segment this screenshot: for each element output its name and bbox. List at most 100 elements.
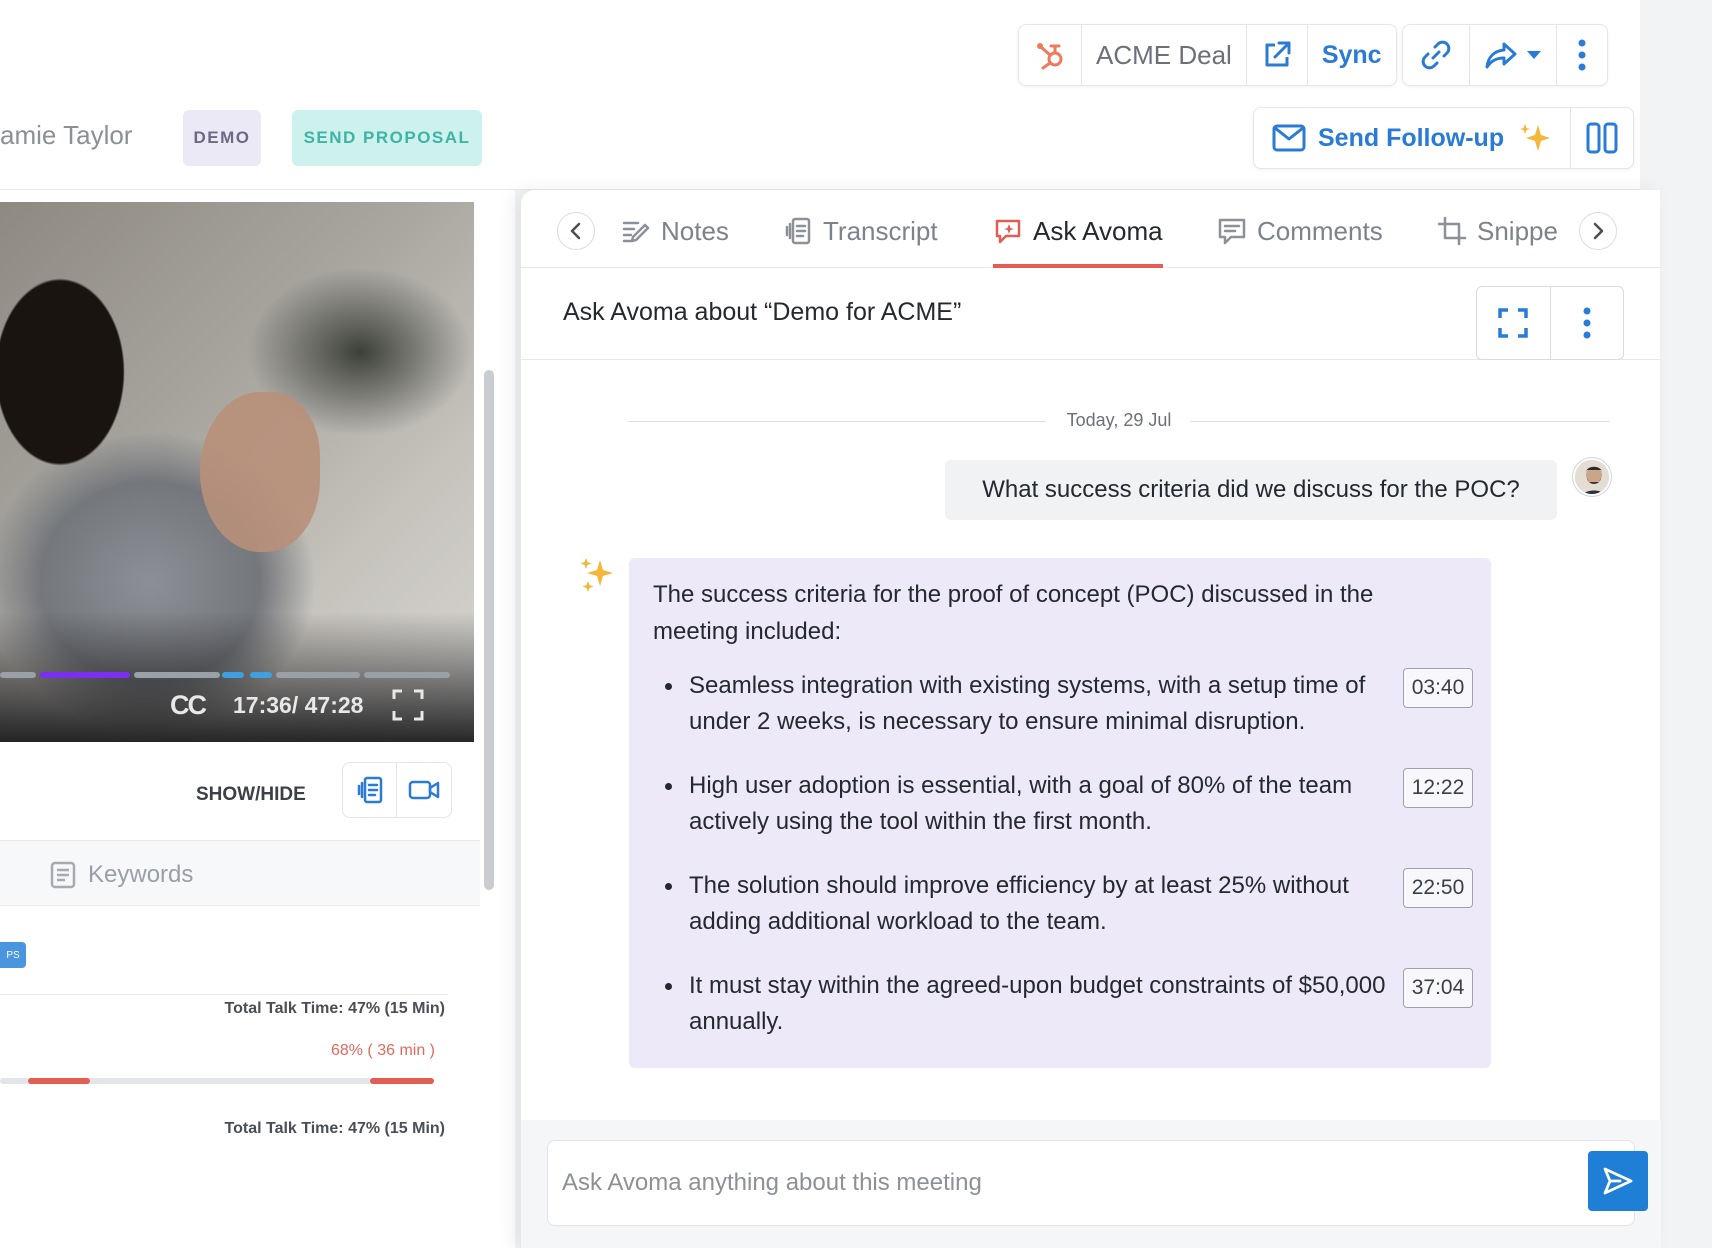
keywords-tab[interactable]: Keywords [0, 840, 480, 906]
mail-icon [1272, 124, 1306, 152]
talk-time-track [0, 1078, 434, 1084]
notes-icon [622, 221, 650, 243]
transcript-icon [785, 217, 811, 245]
keywords-label: Keywords [88, 861, 194, 888]
meeting-owner-name: amie Taylor [0, 120, 133, 150]
left-panel: CC 17:36/ 47:28 SHOW/HIDE Keywords PS To… [0, 190, 515, 1248]
list-item: High user adoption is essential, with a … [653, 768, 1473, 840]
date-separator: Today, 29 Jul [629, 410, 1609, 434]
video-player[interactable]: CC 17:36/ 47:28 [0, 202, 474, 742]
tab-label: Comments [1257, 216, 1383, 246]
ask-avoma-header: Ask Avoma about “Demo for ACME” [521, 268, 1661, 360]
answer-item-text: It must stay within the agreed-upon budg… [689, 972, 1386, 1035]
timestamp-link[interactable]: 37:04 [1403, 968, 1473, 1008]
show-hide-toggles [342, 762, 452, 818]
deal-link-button[interactable]: ACME Deal [1082, 25, 1247, 85]
fullscreen-icon[interactable] [391, 688, 425, 722]
tab-ask-avoma[interactable]: Ask Avoma [993, 210, 1163, 268]
sync-button[interactable]: Sync [1308, 25, 1396, 85]
left-panel-scrollbar[interactable] [484, 370, 494, 890]
ask-composer [547, 1140, 1648, 1226]
share-button[interactable] [1470, 25, 1557, 85]
tab-transcript[interactable]: Transcript [783, 210, 938, 268]
composer-area [521, 1120, 1661, 1248]
tab-label: Notes [661, 216, 729, 246]
ask-avoma-panel: Notes Transcript Ask Avoma Comments Snip… [520, 190, 1661, 1248]
tab-snippets[interactable]: Snippe [1437, 210, 1558, 268]
tabs-next-button[interactable] [1579, 212, 1617, 250]
send-follow-up-button[interactable]: Send Follow-up [1254, 108, 1572, 168]
divider [0, 994, 448, 995]
top-header: amie Taylor DEMO SEND PROPOSAL ACME Deal… [0, 0, 1640, 190]
expand-button[interactable] [1477, 287, 1551, 359]
hubspot-icon [1037, 43, 1063, 70]
avoma-ai-sparkle-icon [580, 558, 613, 592]
more-options-button[interactable] [1557, 25, 1607, 85]
timestamp-link[interactable]: 12:22 [1403, 768, 1473, 808]
send-icon [1603, 1167, 1633, 1195]
ask-avoma-icon [995, 219, 1021, 244]
timestamp-link[interactable]: 22:50 [1403, 868, 1473, 908]
tab-notes[interactable]: Notes [621, 210, 729, 268]
send-button[interactable] [1588, 1151, 1648, 1211]
hubspot-button[interactable] [1019, 25, 1082, 85]
chevron-down-icon [1527, 51, 1541, 59]
talk-time-percentage: 68% ( 36 min ) [330, 1042, 435, 1059]
list-item: The solution should improve efficiency b… [653, 868, 1473, 940]
crm-deal-group: ACME Deal Sync [1018, 24, 1397, 86]
crop-icon [1437, 216, 1467, 246]
toggle-transcript-button[interactable] [343, 763, 397, 817]
video-camera-icon [408, 780, 440, 800]
answer-item-text: The solution should improve efficiency b… [689, 872, 1349, 935]
answer-item-text: Seamless integration with existing syste… [689, 672, 1366, 735]
show-hide-label: SHOW/HIDE [196, 784, 306, 805]
ai-answer: The success criteria for the proof of co… [629, 558, 1491, 1068]
talk-time-summary: Total Talk Time: 47% (15 Min) [224, 1000, 446, 1017]
video-progress-bar[interactable] [0, 672, 450, 678]
ask-input[interactable] [562, 1161, 1522, 1205]
tabs-prev-button[interactable] [557, 212, 595, 250]
list-item: It must stay within the agreed-upon budg… [653, 968, 1473, 1040]
captions-button[interactable]: CC [170, 690, 207, 721]
list-item: Seamless integration with existing syste… [653, 668, 1473, 740]
answer-list: Seamless integration with existing syste… [653, 668, 1473, 1040]
tab-label: Ask Avoma [1033, 216, 1163, 246]
timestamp-link[interactable]: 03:40 [1403, 668, 1473, 708]
follow-up-label: Send Follow-up [1318, 123, 1505, 152]
date-label: Today, 29 Jul [1066, 410, 1172, 430]
deal-stage-tag[interactable]: SEND PROPOSAL [292, 110, 482, 166]
ask-more-button[interactable] [1551, 287, 1624, 359]
external-link-icon [1265, 41, 1291, 67]
meeting-type-tag[interactable]: DEMO [183, 110, 261, 166]
tab-label: Transcript [823, 216, 938, 246]
share-icon [1485, 42, 1517, 69]
ask-header-actions [1476, 286, 1624, 360]
meeting-actions-group [1402, 24, 1608, 86]
tab-comments[interactable]: Comments [1217, 210, 1383, 268]
split-view-icon [1586, 122, 1618, 154]
keywords-icon [50, 861, 76, 889]
sync-label: Sync [1321, 40, 1382, 69]
answer-intro: The success criteria for the proof of co… [653, 581, 1374, 645]
copy-link-button[interactable] [1403, 25, 1470, 85]
tab-bar: Notes Transcript Ask Avoma Comments Snip… [521, 190, 1661, 268]
toggle-video-button[interactable] [397, 763, 451, 817]
user-avatar-icon [1575, 460, 1609, 494]
more-vertical-icon [1583, 307, 1591, 339]
answer-item-text: High user adoption is essential, with a … [689, 772, 1353, 835]
comment-icon [1218, 218, 1246, 245]
chevron-left-icon [570, 222, 581, 240]
split-view-button[interactable] [1571, 108, 1633, 168]
expand-icon [1498, 308, 1528, 338]
open-deal-button[interactable] [1247, 25, 1308, 85]
transcript-icon [357, 776, 382, 804]
follow-up-group: Send Follow-up [1253, 107, 1635, 169]
tab-label: Snippe [1477, 216, 1558, 246]
page-title: Ask Avoma about “Demo for ACME” [563, 298, 962, 326]
avatar [1573, 458, 1611, 496]
playback-time: 17:36/ 47:28 [233, 691, 364, 718]
video-controls: CC 17:36/ 47:28 [170, 688, 425, 722]
talk-time-summary: Total Talk Time: 47% (15 Min) [224, 1120, 446, 1137]
keyword-chip[interactable]: PS [0, 942, 26, 968]
deal-name: ACME Deal [1096, 39, 1232, 70]
